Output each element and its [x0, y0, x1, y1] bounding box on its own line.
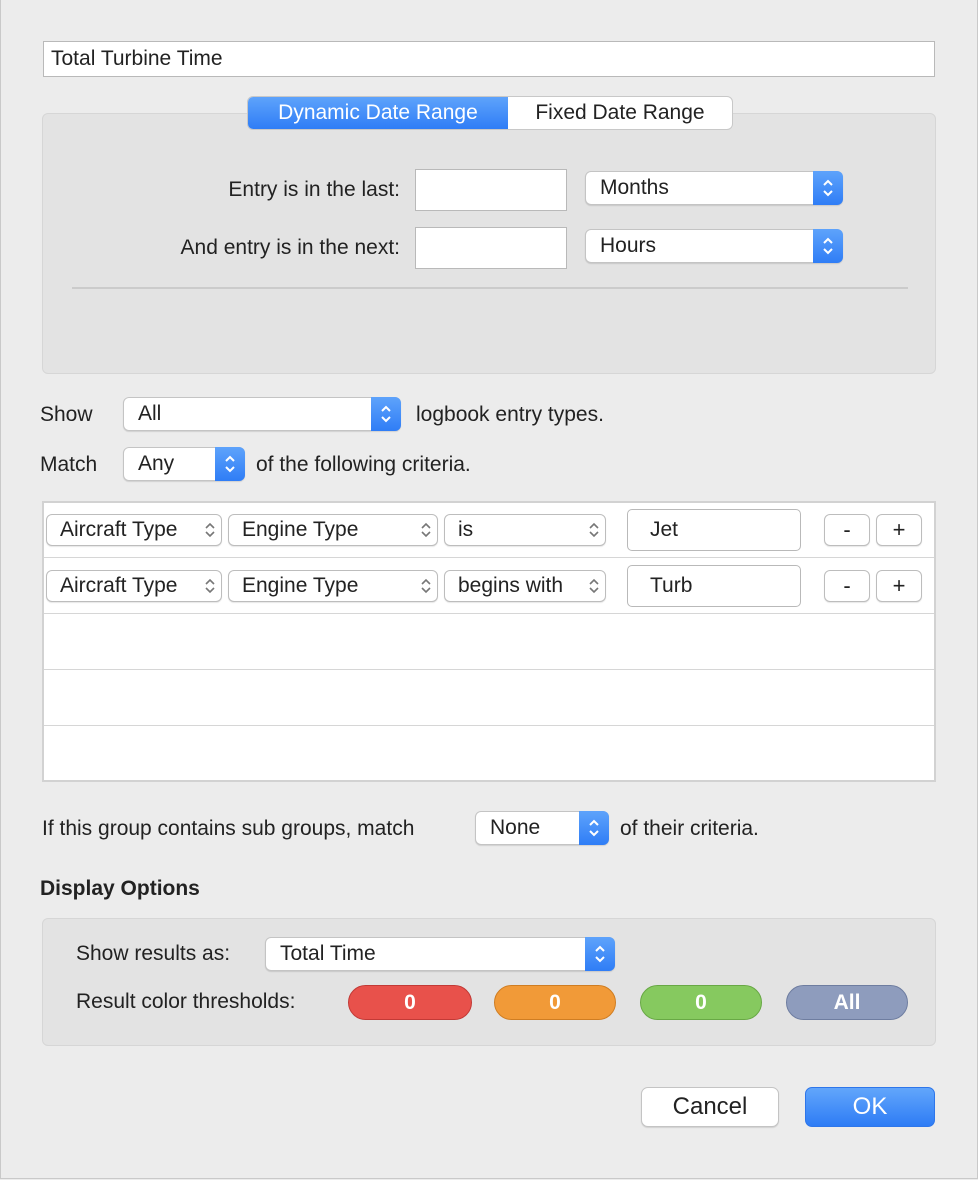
- criteria-property-value: Engine Type: [242, 574, 359, 597]
- criteria-property-value: Engine Type: [242, 518, 359, 541]
- match-label: Match: [40, 453, 98, 476]
- row-divider: [44, 669, 934, 670]
- next-label: And entry is in the next:: [180, 236, 400, 259]
- tab-fixed-date-range[interactable]: Fixed Date Range: [508, 97, 732, 129]
- next-unit-value: Hours: [600, 234, 657, 257]
- results-value: Total Time: [280, 942, 376, 965]
- next-unit-select[interactable]: Hours: [585, 229, 843, 263]
- match-value: Any: [138, 452, 175, 475]
- threshold-green-value: 0: [695, 990, 707, 1014]
- criteria-property-select[interactable]: Engine Type: [228, 514, 438, 546]
- criteria-operator-value: begins with: [458, 574, 564, 597]
- criteria-property-select[interactable]: Engine Type: [228, 570, 438, 602]
- ok-label: OK: [852, 1093, 888, 1120]
- threshold-orange-button[interactable]: 0: [494, 985, 616, 1020]
- subgroups-prefix: If this group contains sub groups, match: [42, 817, 415, 840]
- updown-chevron-icon: [583, 520, 605, 540]
- updown-chevron-icon: [583, 576, 605, 596]
- results-select[interactable]: Total Time: [265, 937, 615, 971]
- remove-label: -: [843, 517, 851, 542]
- threshold-all-button[interactable]: All: [786, 985, 908, 1020]
- criteria-field-value: Aircraft Type: [60, 574, 178, 597]
- show-label: Show: [40, 403, 93, 426]
- match-suffix: of the following criteria.: [256, 453, 471, 476]
- thresholds-label: Result color thresholds:: [76, 990, 296, 1013]
- stepper-chevrons-icon: [585, 937, 615, 971]
- cancel-button[interactable]: Cancel: [641, 1087, 779, 1127]
- display-options-heading: Display Options: [40, 877, 200, 900]
- stepper-chevrons-icon: [579, 811, 609, 845]
- last-unit-select[interactable]: Months: [585, 171, 843, 205]
- subgroups-value: None: [490, 816, 541, 839]
- last-value-field[interactable]: [415, 169, 567, 211]
- criteria-operator-value: is: [458, 518, 474, 541]
- criteria-value-field[interactable]: Turb: [627, 565, 801, 607]
- remove-criteria-button[interactable]: -: [824, 514, 870, 546]
- next-value-field[interactable]: [415, 227, 567, 269]
- entry-types-select[interactable]: All: [123, 397, 401, 431]
- results-label: Show results as:: [76, 942, 231, 965]
- last-label: Entry is in the last:: [228, 178, 400, 201]
- row-divider: [44, 557, 934, 558]
- add-criteria-button[interactable]: +: [876, 570, 922, 602]
- add-label: +: [892, 573, 906, 598]
- remove-criteria-button[interactable]: -: [824, 570, 870, 602]
- match-select[interactable]: Any: [123, 447, 245, 481]
- criteria-field-select[interactable]: Aircraft Type: [46, 514, 222, 546]
- row-divider: [44, 613, 934, 614]
- add-label: +: [892, 517, 906, 542]
- criteria-value: Jet: [650, 518, 679, 541]
- criteria-value-field[interactable]: Jet: [627, 509, 801, 551]
- updown-chevron-icon: [199, 520, 221, 540]
- group-name-value: Total Turbine Time: [51, 47, 223, 70]
- threshold-green-button[interactable]: 0: [640, 985, 762, 1020]
- subgroups-suffix: of their criteria.: [620, 817, 759, 840]
- threshold-all-value: All: [833, 990, 861, 1014]
- updown-chevron-icon: [415, 520, 437, 540]
- threshold-orange-value: 0: [549, 990, 561, 1014]
- ok-button[interactable]: OK: [805, 1087, 935, 1127]
- date-range-tabs: Dynamic Date Range Fixed Date Range: [247, 96, 733, 130]
- entry-types-value: All: [138, 402, 162, 425]
- criteria-operator-select[interactable]: begins with: [444, 570, 606, 602]
- stepper-chevrons-icon: [813, 229, 843, 263]
- panel-divider: [72, 287, 908, 289]
- tab-dynamic-date-range[interactable]: Dynamic Date Range: [248, 97, 508, 129]
- tab-dynamic-label: Dynamic Date Range: [278, 101, 478, 124]
- row-divider: [44, 725, 934, 726]
- remove-label: -: [843, 573, 851, 598]
- cancel-label: Cancel: [672, 1093, 748, 1120]
- group-name-field[interactable]: Total Turbine Time: [43, 41, 935, 77]
- criteria-operator-select[interactable]: is: [444, 514, 606, 546]
- show-suffix: logbook entry types.: [416, 403, 604, 426]
- subgroups-match-select[interactable]: None: [475, 811, 609, 845]
- updown-chevron-icon: [415, 576, 437, 596]
- criteria-value: Turb: [650, 574, 693, 597]
- last-unit-value: Months: [600, 176, 669, 199]
- threshold-red-button[interactable]: 0: [348, 985, 472, 1020]
- add-criteria-button[interactable]: +: [876, 514, 922, 546]
- updown-chevron-icon: [199, 576, 221, 596]
- stepper-chevrons-icon: [371, 397, 401, 431]
- threshold-red-value: 0: [404, 990, 416, 1014]
- criteria-field-value: Aircraft Type: [60, 518, 178, 541]
- criteria-field-select[interactable]: Aircraft Type: [46, 570, 222, 602]
- stepper-chevrons-icon: [813, 171, 843, 205]
- stepper-chevrons-icon: [215, 447, 245, 481]
- tab-fixed-label: Fixed Date Range: [535, 101, 705, 124]
